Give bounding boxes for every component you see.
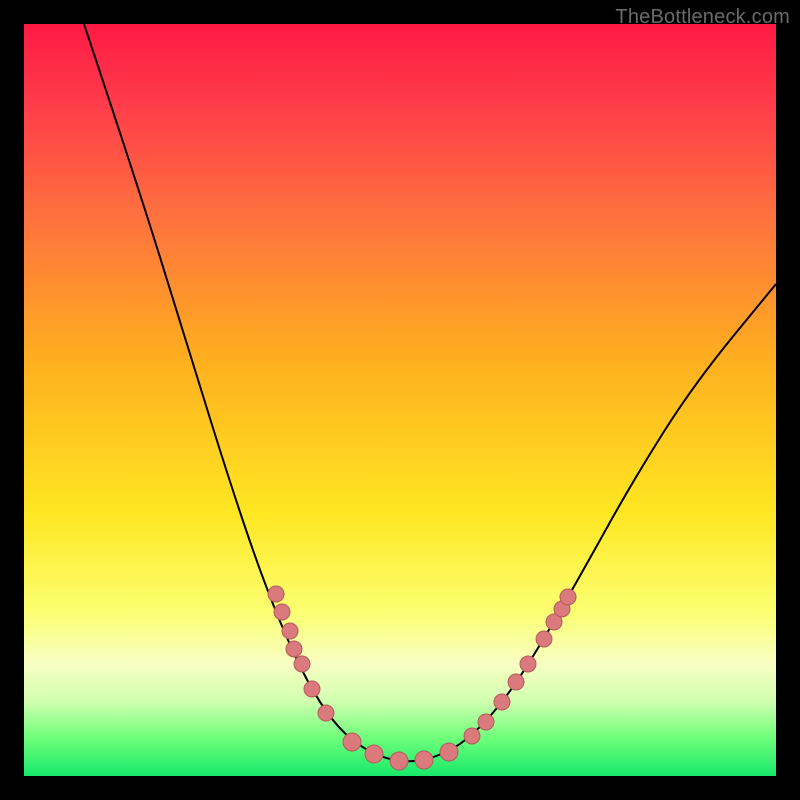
bottleneck-curve [84,24,776,761]
chart-frame [24,24,776,776]
data-marker [294,656,310,672]
data-marker [274,604,290,620]
data-marker [282,623,298,639]
data-marker [415,751,433,769]
data-marker [478,714,494,730]
data-marker [318,705,334,721]
data-marker [343,733,361,751]
data-marker [268,586,284,602]
marker-layer [268,586,576,770]
data-marker [304,681,320,697]
data-marker [365,745,383,763]
bottleneck-plot [24,24,776,776]
data-marker [286,641,302,657]
data-marker [560,589,576,605]
data-marker [440,743,458,761]
data-marker [536,631,552,647]
data-marker [508,674,524,690]
data-marker [520,656,536,672]
data-marker [464,728,480,744]
watermark-text: TheBottleneck.com [615,6,790,29]
data-marker [390,752,408,770]
data-marker [494,694,510,710]
